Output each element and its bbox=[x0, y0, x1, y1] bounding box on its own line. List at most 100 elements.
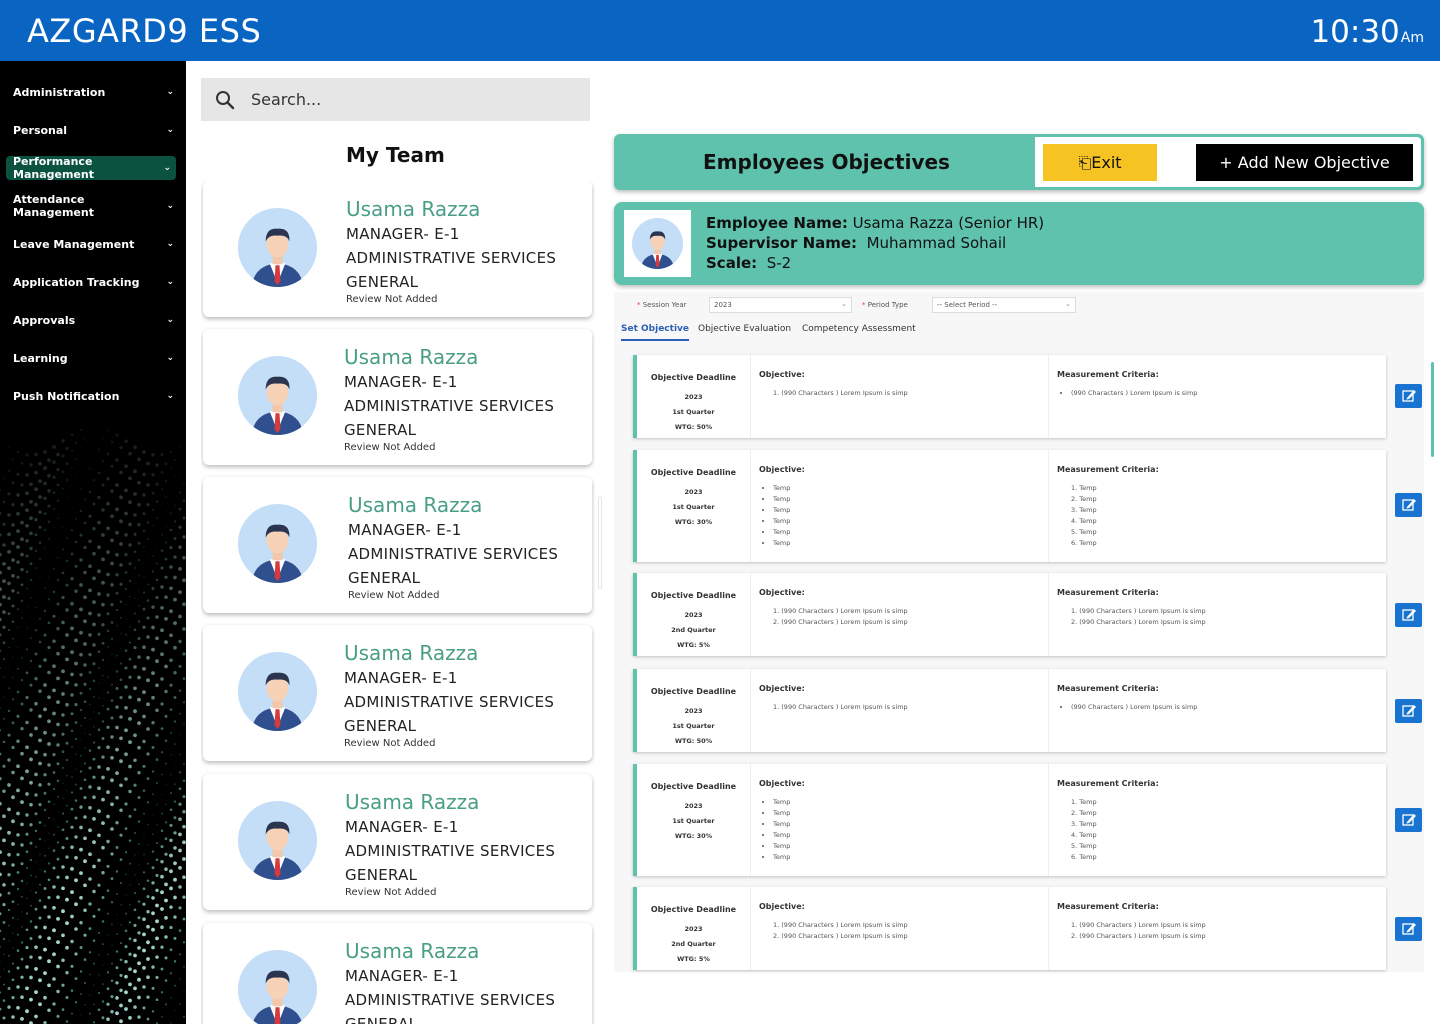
search-bar[interactable] bbox=[201, 78, 590, 121]
member-division: GENERAL bbox=[348, 569, 421, 587]
employee-details: Employee Name: Usama Razza (Senior HR) S… bbox=[706, 213, 1044, 273]
member-name[interactable]: Usama Razza bbox=[344, 641, 554, 666]
member-designation: MANAGER- E-1 bbox=[344, 373, 458, 391]
sidebar-item-performance-management[interactable]: Performance Management ⌄ bbox=[6, 155, 176, 181]
objective-weightage: WTG: 30% bbox=[674, 832, 713, 840]
criteria-heading: Measurement Criteria: bbox=[1057, 370, 1159, 379]
member-name[interactable]: Usama Razza bbox=[344, 345, 554, 370]
objective-deadline-label: Objective Deadline bbox=[650, 373, 737, 382]
objective-item: Temp bbox=[773, 538, 1040, 549]
member-details: Usama Razza MANAGER- E-1 ADMINISTRATIVE SE… bbox=[344, 345, 554, 454]
person-icon bbox=[238, 652, 317, 731]
team-member-card[interactable]: Usama Razza MANAGER- E-1 ADMINISTRATIVE SE… bbox=[203, 181, 592, 317]
objective-item: Temp bbox=[773, 527, 1040, 538]
team-member-card[interactable]: Usama Razza MANAGER- E-1 ADMINISTRATIVE SE… bbox=[203, 329, 592, 465]
criteria-items: (990 Characters ) Lorem Ipsum is simp bbox=[1057, 702, 1382, 713]
period-type-label: * Period Type bbox=[862, 301, 908, 309]
edit-objective-button[interactable] bbox=[1395, 384, 1422, 408]
objective-year: 2023 bbox=[684, 925, 703, 933]
team-member-card[interactable]: Usama Razza MANAGER- E-1 ADMINISTRATIVE SE… bbox=[203, 625, 592, 761]
objective-row: Objective Deadline 2023 2nd Quarter WTG: 5%… bbox=[633, 573, 1386, 656]
criteria-item: (990 Characters ) Lorem Ipsum is simp bbox=[1071, 388, 1382, 399]
objective-weightage: WTG: 5% bbox=[677, 955, 710, 963]
edit-objective-button[interactable] bbox=[1395, 808, 1422, 832]
sidebar-item-label: Learning bbox=[13, 351, 68, 365]
sidebar-item-push-notification[interactable]: Push Notification ⌄ bbox=[0, 377, 186, 415]
member-department: ADMINISTRATIVE SERVICES bbox=[345, 991, 556, 1009]
member-designation: MANAGER- E-1 bbox=[348, 521, 462, 539]
objective-items: 1. (990 Characters ) Lorem Ipsum is simp bbox=[759, 388, 1040, 399]
member-details: Usama Razza MANAGER- E-1 ADMINISTRATIVE SE… bbox=[348, 493, 558, 602]
member-name[interactable]: Usama Razza bbox=[345, 790, 555, 815]
objective-quarter: 2nd Quarter bbox=[671, 940, 716, 948]
member-name[interactable]: Usama Razza bbox=[345, 939, 555, 964]
session-year-select[interactable]: 2023 ⌄ bbox=[709, 297, 852, 313]
exit-button[interactable]: ⎗Exit bbox=[1043, 144, 1157, 181]
team-member-card[interactable]: Usama Razza MANAGER- E-1 ADMINISTRATIVE SE… bbox=[203, 774, 592, 910]
sidebar-item-application-tracking[interactable]: Application Tracking ⌄ bbox=[0, 263, 186, 301]
member-department: ADMINISTRATIVE SERVICES bbox=[348, 545, 559, 563]
objective-cell: Objective: 1. (990 Characters ) Lorem Ips… bbox=[750, 573, 1048, 656]
tab-objective-evaluation[interactable]: Objective Evaluation bbox=[698, 324, 791, 334]
objective-quarter: 1st Quarter bbox=[672, 817, 715, 825]
person-icon bbox=[238, 504, 317, 583]
team-member-card[interactable]: Usama Razza MANAGER- E-1 ADMINISTRATIVE SE… bbox=[203, 923, 592, 1024]
objective-items: TempTempTempTempTempTemp bbox=[759, 797, 1040, 863]
chevron-down-icon: ⌄ bbox=[166, 125, 174, 135]
objective-item: Temp bbox=[773, 841, 1040, 852]
period-type-select[interactable]: -- Select Period -- ⌄ bbox=[932, 297, 1076, 313]
objective-period: 2023 1st Quarter WTG: 30% bbox=[637, 799, 750, 844]
sidebar-item-attendance-management[interactable]: Attendance Management ⌄ bbox=[0, 187, 186, 225]
objective-items: TempTempTempTempTempTemp bbox=[759, 483, 1040, 549]
objective-deadline-cell: Objective Deadline 2023 1st Quarter WTG: 30… bbox=[637, 764, 750, 876]
sidebar-item-personal[interactable]: Personal ⌄ bbox=[0, 111, 186, 149]
objective-year: 2023 bbox=[684, 488, 703, 496]
scale-value: S-2 bbox=[766, 254, 792, 272]
objectives-scrollbar[interactable] bbox=[1431, 362, 1434, 457]
sidebar: Administration ⌄ Personal ⌄ Performance Mana… bbox=[0, 61, 186, 1024]
objective-weightage: WTG: 50% bbox=[674, 423, 713, 431]
edit-objective-button[interactable] bbox=[1395, 699, 1422, 723]
team-member-card[interactable]: Usama Razza MANAGER- E-1 ADMINISTRATIVE SE… bbox=[203, 477, 592, 613]
criteria-item: 2. (990 Characters ) Lorem Ipsum is simp bbox=[1071, 932, 1206, 940]
add-new-objective-button[interactable]: + Add New Objective bbox=[1196, 144, 1413, 181]
sidebar-item-label: Administration bbox=[13, 85, 106, 99]
objective-quarter: 2nd Quarter bbox=[671, 626, 716, 634]
member-review-status: Review Not Added bbox=[345, 887, 437, 898]
objective-item: 1. (990 Characters ) Lorem Ipsum is simp bbox=[773, 607, 908, 615]
sidebar-item-label: Attendance Management bbox=[13, 193, 94, 219]
member-details: Usama Razza MANAGER- E-1 ADMINISTRATIVE SE… bbox=[346, 197, 556, 306]
edit-objective-button[interactable] bbox=[1395, 493, 1422, 517]
criteria-item: 6. Temp bbox=[1071, 539, 1097, 547]
objective-item: 1. (990 Characters ) Lorem Ipsum is simp bbox=[773, 921, 908, 929]
objective-item: Temp bbox=[773, 830, 1040, 841]
sidebar-item-approvals[interactable]: Approvals ⌄ bbox=[0, 301, 186, 339]
objective-deadline-label: Objective Deadline bbox=[650, 782, 737, 791]
member-review-status: Review Not Added bbox=[348, 590, 440, 601]
tab-set-objective[interactable]: Set Objective bbox=[621, 324, 689, 341]
sidebar-item-administration[interactable]: Administration ⌄ bbox=[0, 73, 186, 111]
sidebar-item-leave-management[interactable]: Leave Management ⌄ bbox=[0, 225, 186, 263]
objective-heading: Objective: bbox=[759, 902, 805, 911]
objective-item: Temp bbox=[773, 505, 1040, 516]
objective-deadline-cell: Objective Deadline 2023 2nd Quarter WTG: 5% bbox=[637, 573, 750, 656]
member-name[interactable]: Usama Razza bbox=[346, 197, 556, 222]
edit-objective-button[interactable] bbox=[1395, 917, 1422, 941]
tab-competency-assessment[interactable]: Competency Assessment bbox=[802, 324, 916, 334]
member-division: GENERAL bbox=[344, 717, 417, 735]
search-input[interactable] bbox=[251, 90, 551, 109]
sidebar-item-learning[interactable]: Learning ⌄ bbox=[0, 339, 186, 377]
search-icon bbox=[216, 90, 235, 109]
criteria-item: 3. Temp bbox=[1071, 506, 1097, 514]
objective-year: 2023 bbox=[684, 707, 703, 715]
edit-objective-button[interactable] bbox=[1395, 603, 1422, 627]
user-avatar-icon bbox=[238, 801, 317, 880]
objective-year: 2023 bbox=[684, 393, 703, 401]
objective-item: Temp bbox=[773, 516, 1040, 527]
team-list-scrollbar[interactable] bbox=[598, 497, 602, 589]
member-name[interactable]: Usama Razza bbox=[348, 493, 558, 518]
objective-deadline-label: Objective Deadline bbox=[650, 687, 737, 696]
person-icon bbox=[238, 801, 317, 880]
measurement-criteria-cell: Measurement Criteria: 1. (990 Characters … bbox=[1048, 573, 1390, 656]
clock: 10:30Am bbox=[1310, 14, 1424, 50]
